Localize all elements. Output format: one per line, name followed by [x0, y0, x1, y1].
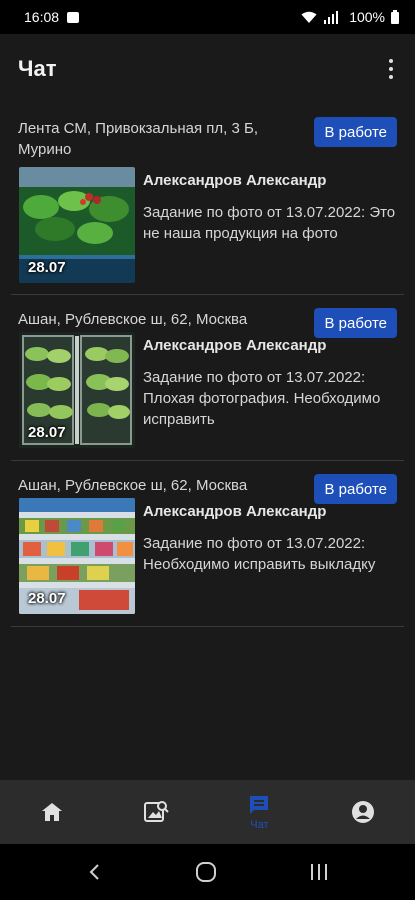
home-icon	[41, 803, 62, 821]
author-name: Александров Александр	[143, 503, 327, 520]
signal-icon	[324, 10, 339, 24]
status-time: 16:08	[24, 9, 60, 25]
page-title: Чат	[18, 56, 57, 81]
bottom-navigation: Чат	[0, 780, 415, 844]
message-text: Задание по фото от 13.07.2022: Это не на…	[143, 204, 396, 242]
store-address: Ашан, Рублевское ш, 62, Москва	[18, 311, 248, 328]
message-text: Задание по фото от 13.07.2022: Необходим…	[143, 535, 376, 573]
recents-icon[interactable]	[308, 862, 330, 882]
list-item[interactable]: Ашан, Рублевское ш, 62, Москва В работе	[11, 295, 404, 461]
chat-icon	[250, 796, 269, 814]
message-text: Задание по фото от 13.07.2022: Плохая фо…	[143, 369, 381, 428]
store-address: Лента СМ, Привокзальная пл, 3 Б, Мурино	[18, 120, 258, 158]
image-icon	[67, 11, 80, 23]
photo-date: 28.07	[28, 590, 66, 607]
status-button[interactable]: В работе	[314, 474, 397, 504]
status-bar: 16:08 100%	[0, 0, 415, 34]
task-photo[interactable]: 28.07	[19, 498, 135, 614]
nav-photo-search[interactable]	[104, 780, 208, 844]
back-icon[interactable]	[85, 862, 105, 882]
list-item[interactable]: Ашан, Рублевское ш, 62, Москва В работе	[11, 461, 404, 627]
photo-date: 28.07	[28, 424, 66, 441]
more-vert-icon[interactable]	[385, 53, 397, 85]
nav-chat[interactable]: Чат	[208, 780, 312, 844]
nav-home[interactable]	[0, 780, 104, 844]
account-icon	[352, 801, 375, 823]
author-name: Александров Александр	[143, 172, 327, 189]
system-navigation	[0, 844, 415, 900]
chat-list: Лента СМ, Привокзальная пл, 3 Б, Мурино …	[0, 104, 415, 627]
task-photo[interactable]: 28.07	[19, 332, 135, 448]
nav-chat-label: Чат	[250, 819, 269, 831]
app-bar: Чат	[0, 34, 415, 104]
status-button[interactable]: В работе	[314, 117, 397, 147]
author-name: Александров Александр	[143, 337, 327, 354]
wifi-icon	[301, 11, 317, 23]
status-button[interactable]: В работе	[314, 308, 397, 338]
battery-percent: 100%	[349, 9, 385, 25]
home-circle-icon[interactable]	[195, 861, 217, 883]
list-item[interactable]: Лента СМ, Привокзальная пл, 3 Б, Мурино …	[11, 104, 404, 295]
nav-account[interactable]	[311, 780, 415, 844]
photo-date: 28.07	[28, 259, 66, 276]
task-photo[interactable]: 28.07	[19, 167, 135, 283]
photo-search-icon	[143, 801, 169, 822]
battery-icon	[391, 10, 399, 24]
store-address: Ашан, Рублевское ш, 62, Москва	[18, 477, 248, 494]
